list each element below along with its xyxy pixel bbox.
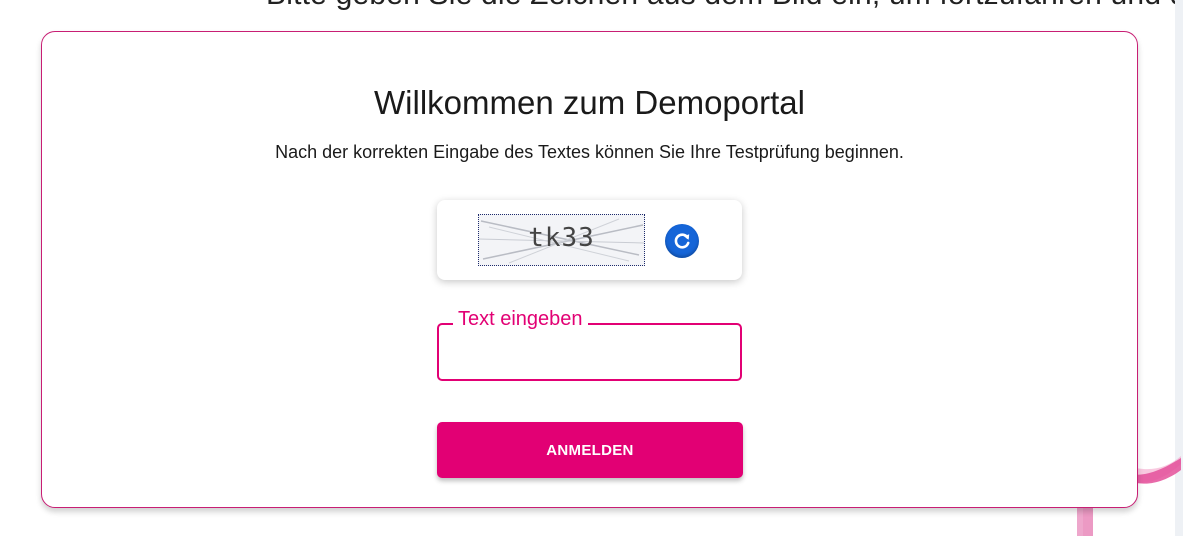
- captcha-image: tk33: [478, 214, 645, 266]
- page-title: Willkommen zum Demoportal: [374, 84, 805, 121]
- refresh-icon: [674, 233, 690, 249]
- login-button[interactable]: ANMELDEN: [437, 422, 743, 478]
- background-partial-text: Bitte geben Sie die Zeichen aus dem Bild…: [266, 0, 1183, 12]
- text-field-label: Text eingeben: [453, 308, 588, 331]
- demo-portal-page: Bitte geben Sie die Zeichen aus dem Bild…: [0, 0, 1183, 536]
- login-card: Willkommen zum Demoportal Nach der korre…: [41, 31, 1138, 508]
- page-subtitle: Nach der korrekten Eingabe des Textes kö…: [275, 142, 904, 162]
- captcha-input[interactable]: [449, 335, 733, 371]
- refresh-captcha-button[interactable]: [665, 224, 699, 258]
- captcha-container: tk33: [437, 200, 742, 280]
- captcha-text: tk33: [528, 223, 595, 253]
- captcha-text-field[interactable]: Text eingeben: [437, 308, 742, 381]
